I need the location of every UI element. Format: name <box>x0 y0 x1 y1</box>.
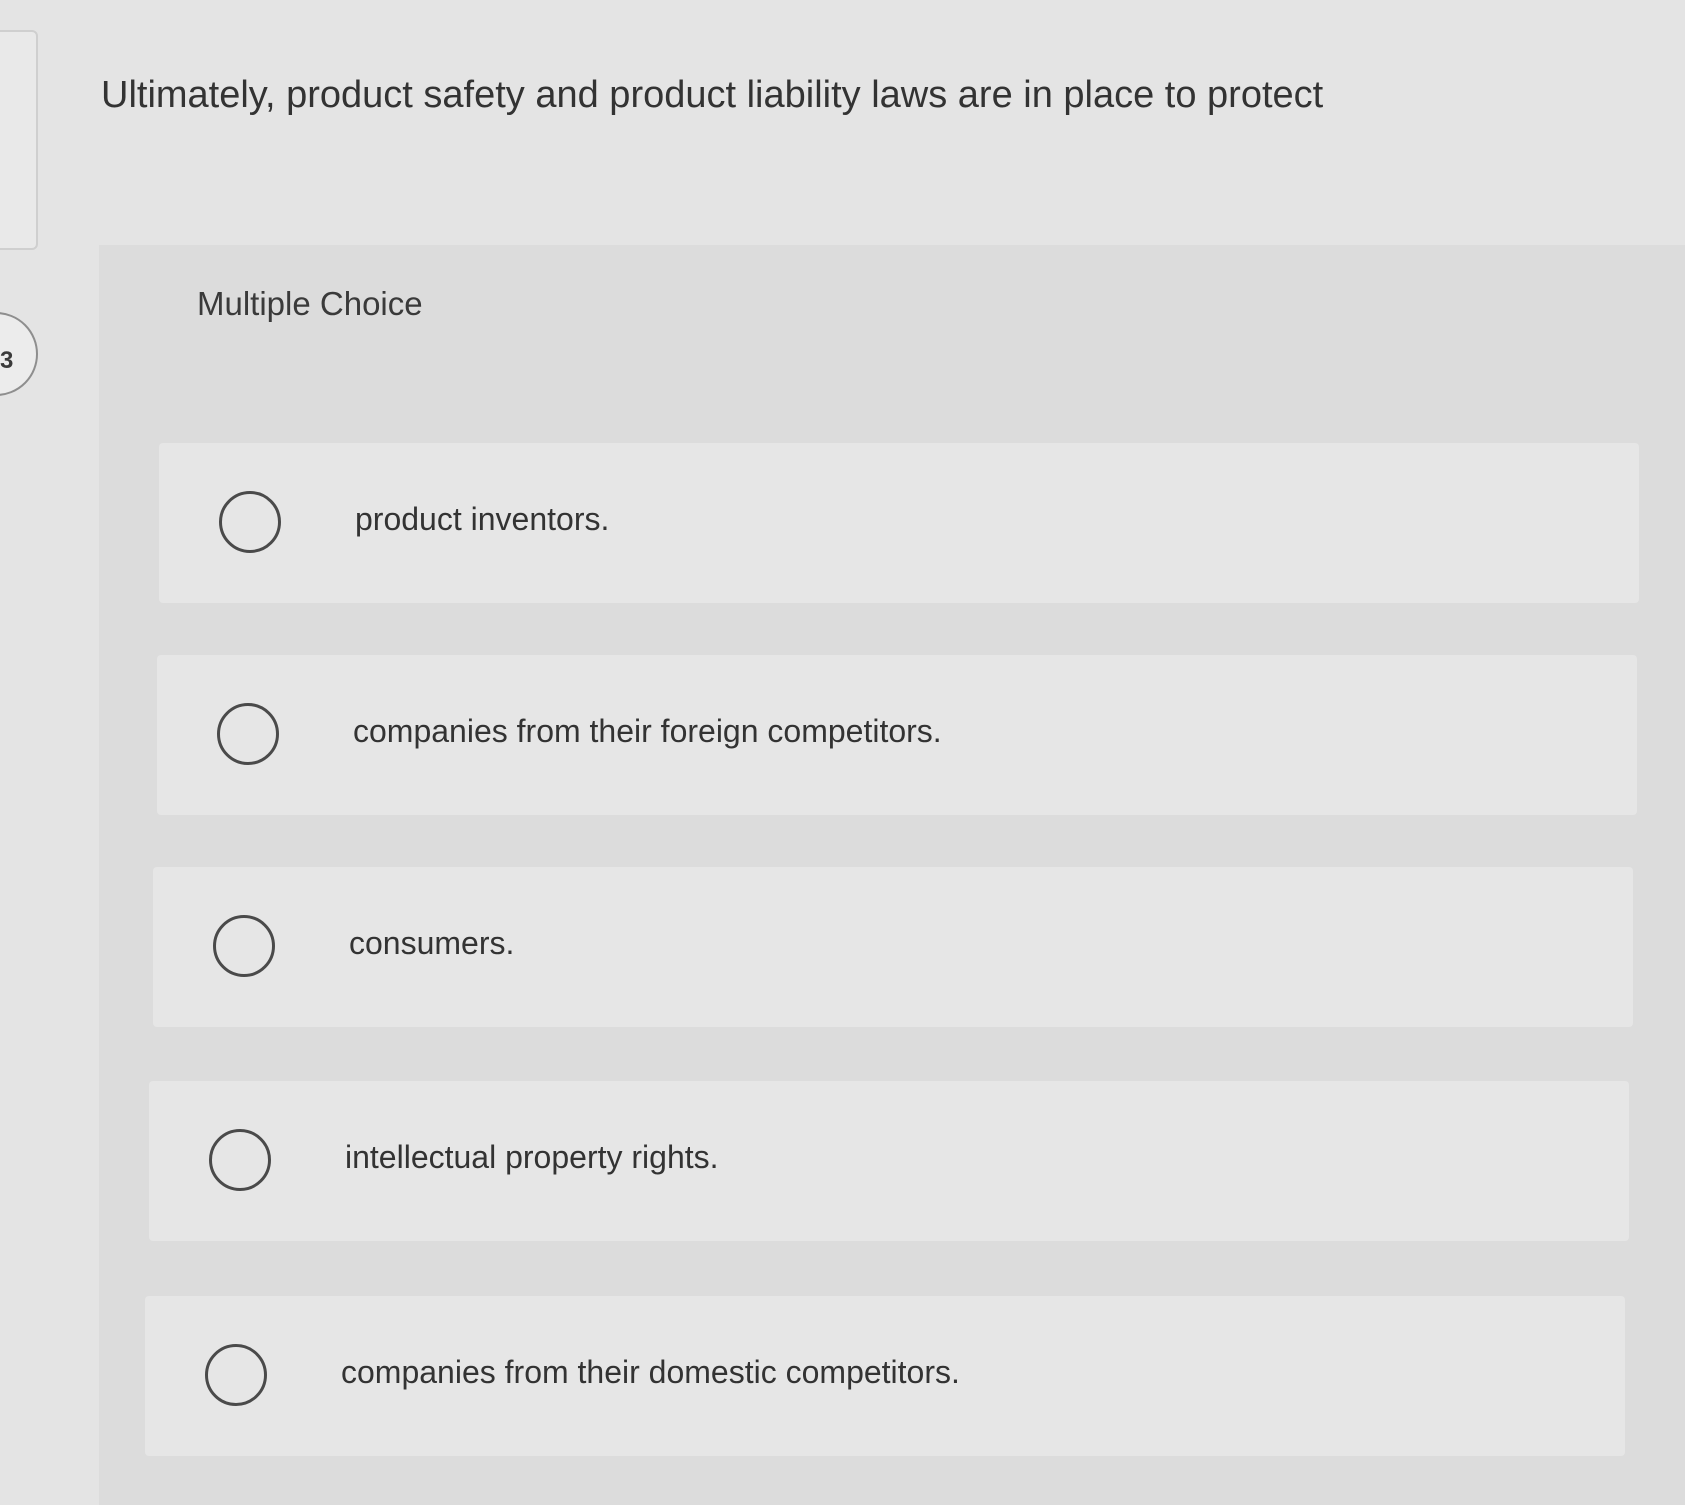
multiple-choice-label: Multiple Choice <box>197 285 423 322</box>
answer-option-label: intellectual property rights. <box>345 1139 719 1175</box>
answer-option-label: companies from their foreign competitors… <box>353 713 942 749</box>
answer-option-label: product inventors. <box>355 501 610 537</box>
question-number: 3 <box>0 347 14 374</box>
answer-option-4[interactable]: intellectual property rights. <box>149 1081 1629 1241</box>
left-rail-panel <box>0 30 38 250</box>
radio-button[interactable] <box>219 491 281 553</box>
question-text: Ultimately, product safety and product l… <box>101 74 1324 116</box>
answer-option-2[interactable]: companies from their foreign competitors… <box>157 655 1637 815</box>
radio-button[interactable] <box>213 915 275 977</box>
radio-button[interactable] <box>209 1129 271 1191</box>
answer-option-label: companies from their domestic competitor… <box>341 1354 960 1390</box>
answer-option-5[interactable]: companies from their domestic competitor… <box>145 1296 1625 1456</box>
multiple-choice-panel: Multiple Choice product inventors. compa… <box>99 245 1685 1505</box>
answer-option-1[interactable]: product inventors. <box>159 443 1639 603</box>
radio-button[interactable] <box>205 1344 267 1406</box>
answer-option-3[interactable]: consumers. <box>153 867 1633 1027</box>
answer-option-label: consumers. <box>349 925 515 961</box>
radio-button[interactable] <box>217 703 279 765</box>
